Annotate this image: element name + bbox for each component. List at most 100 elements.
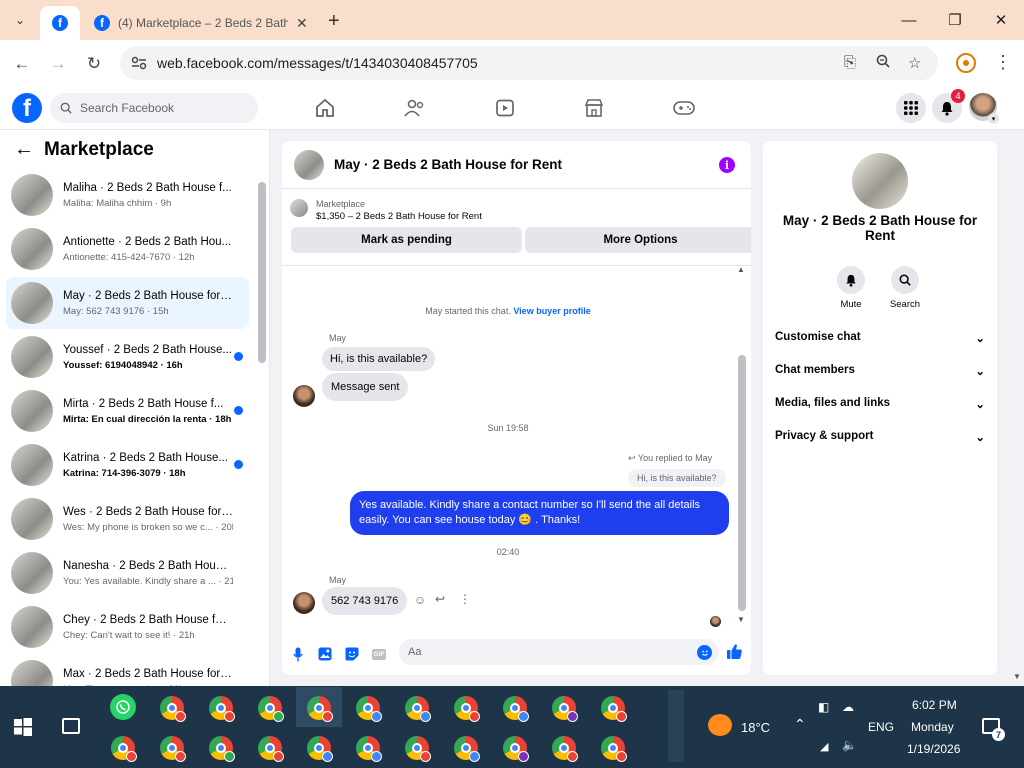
like-thumb-icon[interactable]: [726, 643, 743, 663]
more-actions-icon[interactable]: ⋮: [459, 592, 471, 606]
conversation-list-scrollbar[interactable]: [258, 182, 266, 363]
wifi-icon[interactable]: ◢: [820, 740, 828, 753]
reply-icon[interactable]: ↩: [435, 592, 445, 606]
page-scrollbar[interactable]: [1012, 130, 1024, 686]
chrome-profile-icon[interactable]: [601, 696, 627, 722]
chrome-profile-icon[interactable]: [258, 696, 284, 722]
chrome-profile-icon[interactable]: [405, 736, 431, 762]
chrome-profile-icon[interactable]: [601, 736, 627, 762]
restore-icon[interactable]: ❐: [932, 8, 978, 32]
microphone-icon[interactable]: [289, 645, 307, 663]
chrome-profile-icon[interactable]: [307, 736, 333, 762]
whatsapp-icon[interactable]: [110, 694, 136, 720]
incoming-message[interactable]: 562 743 9176: [322, 587, 408, 615]
back-icon[interactable]: ←: [10, 52, 34, 76]
outgoing-message[interactable]: Yes available. Kindly share a contact nu…: [350, 491, 729, 535]
install-app-icon[interactable]: ⎘: [844, 54, 856, 71]
page-scroll-down-icon[interactable]: ▼: [1013, 672, 1021, 681]
chrome-profile-icon[interactable]: [307, 696, 333, 722]
clock-time[interactable]: 6:02 PM: [912, 698, 957, 712]
show-hidden-icons-icon[interactable]: ⌃: [794, 716, 806, 733]
clock-day[interactable]: Monday: [911, 720, 954, 734]
chrome-profile-icon[interactable]: [356, 736, 382, 762]
chrome-profile-icon[interactable]: [356, 696, 382, 722]
view-buyer-profile-link[interactable]: View buyer profile: [513, 306, 590, 316]
chrome-profile-icon[interactable]: [209, 736, 235, 762]
tab-facebook-pinned[interactable]: f: [40, 6, 80, 40]
chrome-profile-icon[interactable]: [160, 736, 186, 762]
listing-summary[interactable]: Marketplace $1,350 – 2 Beds 2 Bath House…: [290, 199, 482, 222]
back-arrow-icon[interactable]: ←: [14, 138, 34, 161]
info-icon[interactable]: i: [719, 157, 735, 173]
incoming-message[interactable]: Hi, is this available?: [322, 347, 436, 371]
search-in-chat-button[interactable]: Search: [885, 266, 925, 310]
chrome-profile-icon[interactable]: [454, 696, 480, 722]
conversation-item[interactable]: Mirta · 2 Beds 2 Bath House f... Mirta: E…: [6, 385, 249, 437]
chat-title[interactable]: May · 2 Beds 2 Bath House for Rent: [334, 157, 562, 172]
close-tab-icon[interactable]: ✕: [296, 15, 308, 32]
conversation-item[interactable]: Maliha · 2 Beds 2 Bath House f... Maliha:…: [6, 169, 249, 221]
emoji-icon[interactable]: [697, 645, 712, 660]
chrome-profile-icon[interactable]: [503, 736, 529, 762]
scroll-up-arrow-icon[interactable]: ▲: [737, 265, 745, 274]
chrome-profile-icon[interactable]: [552, 736, 578, 762]
new-tab-icon[interactable]: +: [328, 10, 340, 33]
home-icon[interactable]: [313, 97, 337, 119]
chat-avatar[interactable]: [294, 149, 324, 180]
conversation-item[interactable]: Katrina · 2 Beds 2 Bath House... Katrina:…: [6, 439, 249, 491]
customise-chat-section[interactable]: Customise chat ⌄: [775, 331, 985, 345]
account-chevron-icon[interactable]: ▾: [988, 113, 999, 124]
weather-icon[interactable]: [708, 714, 732, 736]
sender-avatar[interactable]: [293, 592, 315, 614]
mute-button[interactable]: Mute: [831, 266, 871, 310]
windows-start-icon[interactable]: [14, 718, 32, 739]
conversation-item[interactable]: Chey · 2 Beds 2 Bath House for ... Chey: …: [6, 601, 249, 653]
sticker-icon[interactable]: [343, 645, 361, 663]
taskbar-scroll[interactable]: [668, 690, 684, 762]
react-emoji-icon[interactable]: ☺: [414, 593, 426, 607]
tab-search-dropdown-icon[interactable]: ⌄: [8, 8, 32, 32]
facebook-search-input[interactable]: Search Facebook: [50, 93, 258, 123]
address-bar[interactable]: web.facebook.com/messages/t/143403040845…: [120, 46, 938, 80]
marketplace-icon[interactable]: [582, 97, 606, 119]
conversation-item[interactable]: Antionette · 2 Beds 2 Bath Hou... Antione…: [6, 223, 249, 275]
scroll-down-arrow-icon[interactable]: ▼: [737, 615, 745, 624]
zoom-icon[interactable]: [876, 54, 890, 72]
menu-grid-icon[interactable]: [896, 93, 926, 123]
task-view-icon[interactable]: [62, 718, 80, 734]
message-input[interactable]: Aa: [399, 639, 719, 665]
sender-avatar[interactable]: [293, 385, 315, 407]
chrome-profile-icon[interactable]: [258, 736, 284, 762]
chat-scrollbar[interactable]: [738, 355, 746, 611]
quoted-message[interactable]: Hi, is this available?: [628, 469, 726, 487]
reload-icon[interactable]: ↻: [82, 52, 106, 76]
conversation-item[interactable]: Max · 2 Beds 2 Bath House for ...Max: Th…: [6, 655, 249, 686]
profile-icon[interactable]: [956, 53, 976, 73]
friends-icon[interactable]: [403, 97, 427, 119]
clock-date[interactable]: 1/19/2026: [907, 742, 960, 756]
chrome-profile-icon[interactable]: [454, 736, 480, 762]
site-settings-icon[interactable]: [128, 52, 150, 74]
more-options-button[interactable]: More Options: [525, 227, 751, 253]
media-files-links-section[interactable]: Media, files and links ⌄: [775, 397, 985, 411]
chrome-profile-icon[interactable]: [552, 696, 578, 722]
minimize-icon[interactable]: —: [886, 8, 932, 32]
chrome-profile-icon[interactable]: [160, 696, 186, 722]
bookmark-star-icon[interactable]: ☆: [908, 54, 921, 72]
privacy-support-section[interactable]: Privacy & support ⌄: [775, 430, 985, 444]
chrome-profile-icon[interactable]: [405, 696, 431, 722]
conversation-item[interactable]: Nanesha · 2 Beds 2 Bath House ... You: Ye…: [6, 547, 249, 599]
mark-pending-button[interactable]: Mark as pending: [291, 227, 522, 253]
meet-now-icon[interactable]: ◧: [818, 700, 829, 714]
forward-icon[interactable]: →: [46, 52, 70, 76]
photo-icon[interactable]: [316, 645, 334, 663]
chrome-menu-icon[interactable]: ⋮: [994, 52, 1012, 72]
onedrive-icon[interactable]: ☁: [842, 700, 854, 714]
chat-members-section[interactable]: Chat members ⌄: [775, 364, 985, 378]
gif-icon[interactable]: GIF: [370, 645, 388, 663]
language-indicator[interactable]: ENG: [868, 720, 894, 734]
volume-icon[interactable]: 🔈: [842, 738, 857, 752]
close-window-icon[interactable]: ✕: [978, 8, 1024, 32]
contact-avatar[interactable]: [852, 153, 908, 209]
chrome-profile-icon[interactable]: [503, 696, 529, 722]
